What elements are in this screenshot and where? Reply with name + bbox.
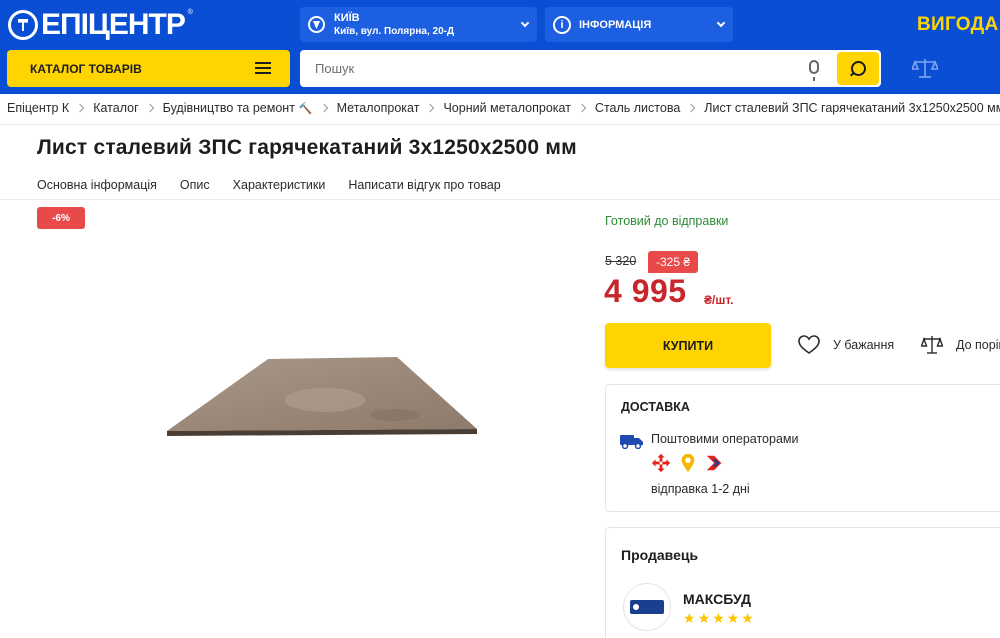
- breadcrumb-item[interactable]: Каталог: [93, 101, 138, 115]
- location-city: КИЇВ: [334, 11, 360, 24]
- star-icon: ★: [741, 610, 754, 626]
- chevron-down-icon: [520, 18, 530, 28]
- carrier-icons: [651, 452, 725, 474]
- star-icon: ★: [697, 610, 711, 626]
- shipping-time: відправка 1-2 дні: [651, 482, 750, 496]
- microphone-icon[interactable]: [809, 60, 819, 81]
- star-icon: ★: [712, 610, 725, 626]
- current-price: 4 995: [604, 273, 687, 309]
- nova-poshta-icon: [651, 453, 671, 473]
- tab-write-review[interactable]: Написати відгук про товар: [348, 178, 500, 192]
- search-bar: [300, 50, 881, 87]
- seller-rating: ★ ★ ★ ★ ★: [683, 611, 754, 625]
- tab-characteristics[interactable]: Характеристики: [233, 178, 326, 192]
- search-input[interactable]: [300, 50, 790, 87]
- price-unit: ₴/шт.: [704, 293, 734, 307]
- delivery-method: Поштовими операторами: [651, 432, 799, 446]
- epicentr-logo[interactable]: ЕПІЦЕНТР ®: [8, 8, 193, 41]
- heart-icon: [798, 335, 820, 354]
- breadcrumb-label: Будівництво та ремонт: [162, 101, 295, 115]
- meest-icon: [681, 453, 695, 473]
- menu-icon: [255, 62, 271, 74]
- seller-title: Продавець: [621, 547, 699, 563]
- search-button[interactable]: [837, 52, 879, 85]
- divider: [0, 199, 1000, 200]
- logo-registered-mark: ®: [187, 9, 193, 16]
- seller-name[interactable]: МАКСБУД: [683, 591, 751, 607]
- logo-icon: [8, 10, 38, 40]
- hammer-icon: 🔨: [298, 102, 313, 115]
- divider: [0, 124, 1000, 125]
- breadcrumb-item[interactable]: Епіцентр К: [7, 101, 69, 115]
- location-pin-icon: [308, 16, 325, 33]
- info-icon: i: [553, 15, 571, 34]
- compare-label: До порівняння: [956, 338, 1000, 352]
- star-icon: ★: [683, 610, 696, 626]
- breadcrumb: Епіцентр К Каталог Будівництво та ремонт…: [7, 99, 1000, 117]
- price-discount-badge: -325 ₴: [648, 251, 698, 273]
- product-tabs: Основна інформація Опис Характеристики Н…: [37, 178, 524, 192]
- wishlist-button[interactable]: У бажання: [798, 335, 894, 355]
- star-icon: ★: [726, 610, 740, 626]
- breadcrumb-current: Лист сталевий ЗПС гарячекатаний 3х1250х2…: [704, 101, 1000, 115]
- catalog-label: КАТАЛОГ ТОВАРІВ: [30, 61, 142, 76]
- info-label: ІНФОРМАЦІЯ: [579, 18, 652, 31]
- breadcrumb-item[interactable]: Чорний металопрокат: [443, 101, 570, 115]
- truck-icon: [620, 435, 643, 449]
- catalog-button[interactable]: КАТАЛОГ ТОВАРІВ: [7, 50, 290, 87]
- seller-logo[interactable]: [623, 583, 671, 631]
- chevron-right-icon: [577, 103, 587, 113]
- chevron-right-icon: [687, 103, 696, 113]
- breadcrumb-item[interactable]: Сталь листова: [595, 101, 680, 115]
- maksbud-logo-icon: [630, 600, 664, 614]
- compare-button[interactable]: До порівняння: [921, 335, 1000, 355]
- delivery-title: ДОСТАВКА: [621, 400, 690, 414]
- ukrposhta-icon: [706, 455, 722, 471]
- discount-badge: -6%: [37, 207, 85, 229]
- buy-button[interactable]: КУПИТИ: [605, 323, 771, 368]
- tab-main-info[interactable]: Основна інформація: [37, 178, 157, 192]
- availability-status: Готовий до відправки: [605, 214, 729, 228]
- logo-text: ЕПІЦЕНТР: [41, 8, 186, 41]
- location-selector[interactable]: КИЇВ Київ, вул. Полярна, 20-Д: [300, 7, 537, 42]
- product-title: Лист сталевий ЗПС гарячекатаний 3х1250х2…: [37, 136, 577, 159]
- compare-scale-icon[interactable]: [912, 57, 938, 79]
- chevron-right-icon: [145, 103, 154, 113]
- product-image[interactable]: [145, 345, 505, 475]
- wishlist-label: У бажання: [833, 338, 895, 352]
- delivery-card: ДОСТАВКА Поштовими операторами відправка…: [605, 384, 1000, 512]
- chevron-right-icon: [75, 103, 85, 113]
- chevron-right-icon: [426, 103, 435, 113]
- breadcrumb-item[interactable]: Металопрокат: [337, 101, 420, 115]
- vyhoda-link[interactable]: ВИГОДА!: [917, 14, 1000, 36]
- chevron-right-icon: [319, 103, 328, 113]
- seller-card: Продавець МАКСБУД ★ ★ ★ ★ ★: [605, 527, 1000, 638]
- site-header: ЕПІЦЕНТР ® КИЇВ Київ, вул. Полярна, 20-Д…: [0, 0, 1000, 94]
- chevron-down-icon: [716, 18, 726, 28]
- breadcrumb-item[interactable]: Будівництво та ремонт 🔨: [163, 101, 313, 115]
- info-dropdown[interactable]: i ІНФОРМАЦІЯ: [545, 7, 733, 42]
- old-price: 5 320: [605, 254, 637, 268]
- location-address: Київ, вул. Полярна, 20-Д: [334, 25, 455, 37]
- scale-icon: [921, 336, 943, 354]
- tab-description[interactable]: Опис: [180, 178, 210, 192]
